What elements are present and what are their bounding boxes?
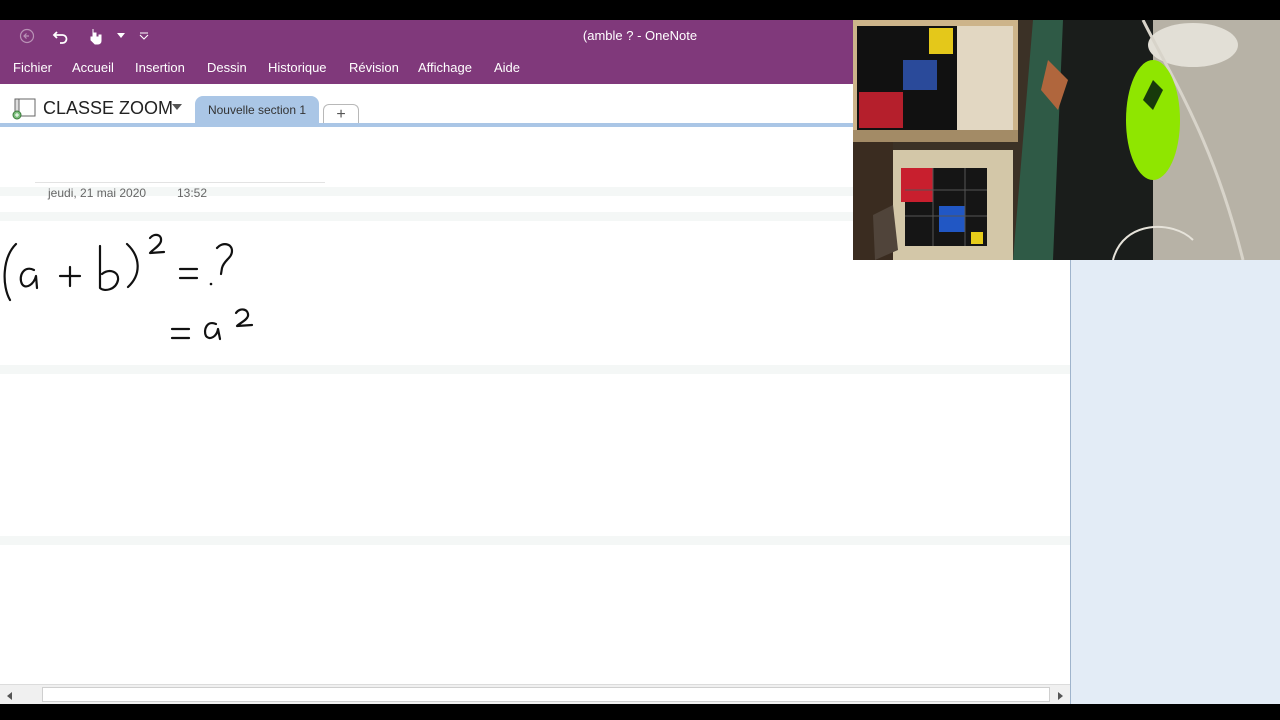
menu-revision[interactable]: Révision: [349, 60, 399, 75]
notebook-icon[interactable]: [12, 98, 36, 120]
menu-fichier[interactable]: Fichier: [13, 60, 52, 75]
menu-affichage[interactable]: Affichage: [418, 60, 472, 75]
ghost-line: [0, 365, 1070, 374]
page-title-underline: [35, 182, 325, 183]
page-date: jeudi, 21 mai 2020: [48, 186, 147, 200]
scroll-left-icon[interactable]: [3, 689, 17, 701]
notebook-dropdown-icon[interactable]: [172, 104, 182, 110]
page-time: 13:52: [177, 186, 208, 200]
menu-insertion[interactable]: Insertion: [135, 60, 185, 75]
webcam-feed: [853, 20, 1280, 260]
section-tab[interactable]: Nouvelle section 1: [195, 96, 319, 124]
scroll-right-icon[interactable]: [1053, 689, 1067, 701]
menu-aide[interactable]: Aide: [494, 60, 520, 75]
ghost-line: [0, 536, 1070, 545]
scroll-thumb[interactable]: [42, 687, 1050, 702]
handwritten-equation: [3, 233, 254, 341]
horizontal-scrollbar[interactable]: [0, 684, 1070, 704]
menu-historique[interactable]: Historique: [268, 60, 327, 75]
menu-dessin[interactable]: Dessin: [207, 60, 247, 75]
add-section-button[interactable]: +: [323, 104, 359, 125]
menu-accueil[interactable]: Accueil: [72, 60, 114, 75]
notebook-name[interactable]: CLASSE ZOOM: [43, 98, 173, 119]
